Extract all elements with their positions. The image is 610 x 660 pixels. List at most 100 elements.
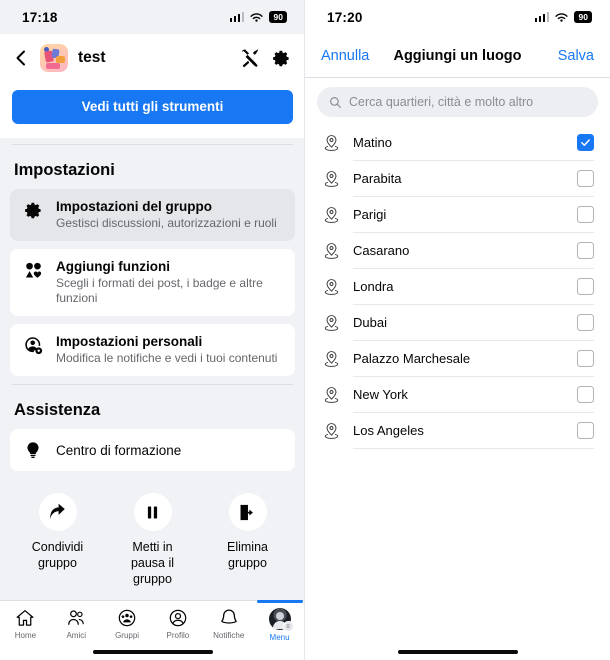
location-pin-icon [321,170,341,187]
tab-home[interactable]: Home [0,608,51,640]
location-pin-icon [321,422,341,439]
location-name: Dubai [353,315,387,330]
action-share-group[interactable]: Condividi gruppo [10,493,105,587]
exit-door-icon [228,493,267,531]
action-label: Elimina gruppo [227,540,268,570]
support-item-title: Centro di formazione [56,442,182,458]
battery-level: 90 [269,11,287,23]
list-item[interactable]: Casarano [305,233,610,268]
friends-icon [68,610,84,625]
list-item[interactable]: Matino [305,125,610,160]
tab-notifications[interactable]: Notifiche [203,608,254,640]
cta-section: Vedi tutti gli strumenti [0,82,305,138]
tab-label: Notifiche [213,631,245,640]
tab-label: Amici [66,631,87,640]
list-item[interactable]: Los Angeles [305,413,610,448]
location-checkbox[interactable] [577,314,594,331]
location-checkbox[interactable] [577,386,594,403]
menu-badge: ≡ [282,621,294,632]
cancel-button[interactable]: Annulla [321,48,373,64]
save-button[interactable]: Salva [542,48,594,64]
home-indicator [397,650,518,654]
list-item[interactable]: New York [305,377,610,412]
back-chevron-icon[interactable] [12,49,30,67]
home-icon [16,610,34,626]
status-time: 17:18 [22,9,58,25]
tab-label: Home [14,631,37,640]
left-screen-group-settings: 17:18 90 test Vedi tutti gli strumenti I… [0,0,305,660]
settings-item-title: Impostazioni del gruppo [56,199,212,214]
wifi-icon [250,12,263,22]
location-checkbox[interactable] [577,350,594,367]
location-list: Matino Parabita Parigi Casarano Londra D… [305,125,610,449]
location-pin-icon [321,278,341,295]
tools-icon[interactable] [240,48,261,69]
location-checkbox[interactable] [577,134,594,151]
list-separator [353,448,594,449]
settings-item-add-features[interactable]: Aggiungi funzioni Scegli i formati dei p… [10,249,295,316]
location-checkbox[interactable] [577,278,594,295]
wifi-icon [555,12,568,22]
list-item[interactable]: Londra [305,269,610,304]
settings-item-group-settings[interactable]: Impostazioni del gruppo Gestisci discuss… [10,189,295,241]
cellular-bars-icon [229,12,244,22]
pause-icon [133,493,172,531]
status-indicators: 90 [229,11,287,23]
group-name: test [78,49,106,66]
group-avatar[interactable] [40,44,68,72]
tab-profile[interactable]: Profilo [152,608,203,640]
tab-friends[interactable]: Amici [51,608,102,640]
header-actions [240,48,291,69]
settings-item-text: Aggiungi funzioni Scegli i formati dei p… [56,258,283,306]
check-icon [581,139,590,146]
action-label: Metti in pausa il gruppo [130,540,175,586]
location-pin-icon [321,242,341,259]
settings-item-subtitle: Modifica le notifiche e vedi i tuoi cont… [56,351,278,365]
action-pause-group[interactable]: Metti in pausa il gruppo [105,493,200,587]
settings-item-text: Impostazioni del gruppo Gestisci discuss… [56,198,283,231]
action-delete-group[interactable]: Elimina gruppo [200,493,295,587]
groups-icon [118,609,136,627]
right-screen-add-location: 17:20 90 Annulla Aggiungi un luogo Salva [305,0,610,660]
gear-icon [22,198,44,220]
location-pin-icon [321,206,341,223]
tab-menu[interactable]: ≡ Menu [254,600,305,642]
location-checkbox[interactable] [577,170,594,187]
list-item[interactable]: Parigi [305,197,610,232]
status-bar-right: 17:20 90 [305,0,610,34]
view-all-tools-button[interactable]: Vedi tutti gli strumenti [12,90,293,124]
battery-level: 90 [574,11,592,23]
location-pin-icon [321,314,341,331]
location-checkbox[interactable] [577,422,594,439]
settings-item-subtitle: Gestisci discussioni, autorizzazioni e r… [56,216,277,230]
support-item-learning-center[interactable]: Centro di formazione [10,429,295,471]
search-placeholder: Cerca quartieri, città e molto altro [349,95,534,109]
menu-avatar-icon: ≡ [268,608,294,632]
location-name: Palazzo Marchesale [353,351,471,366]
location-name: Casarano [353,243,410,258]
location-checkbox[interactable] [577,242,594,259]
tab-label: Gruppi [115,631,140,640]
gear-icon[interactable] [272,49,291,68]
location-checkbox[interactable] [577,206,594,223]
location-name: Londra [353,279,394,294]
search-section: Cerca quartieri, città e molto altro [305,78,610,125]
shapes-icon [22,258,44,280]
location-pin-icon [321,134,341,151]
list-item[interactable]: Dubai [305,305,610,340]
support-item-text: Centro di formazione [56,442,283,459]
location-name: New York [353,387,408,402]
settings-item-personal-settings[interactable]: Impostazioni personali Modifica le notif… [10,324,295,376]
active-tab-indicator [256,600,303,603]
location-name: Matino [353,135,393,150]
list-item[interactable]: Parabita [305,161,610,196]
search-input[interactable]: Cerca quartieri, città e molto altro [317,87,598,117]
dual-screen-container: 17:18 90 test Vedi tutti gli strumenti I… [0,0,610,660]
person-gear-icon [22,333,44,355]
tab-label: Profilo [166,631,190,640]
lightbulb-icon [22,441,44,459]
list-item[interactable]: Palazzo Marchesale [305,341,610,376]
search-icon [330,96,341,108]
tab-groups[interactable]: Gruppi [102,608,153,640]
settings-item-text: Impostazioni personali Modifica le notif… [56,333,283,366]
